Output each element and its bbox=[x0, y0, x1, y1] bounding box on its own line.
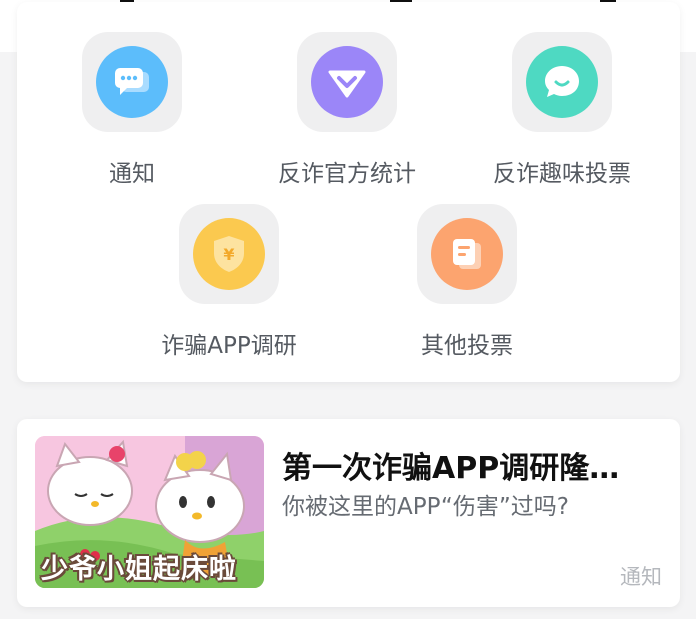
smile-bubble-icon bbox=[526, 46, 598, 118]
article-card[interactable]: 少爷小姐起床啦 第一次诈骗APP调研隆… 你被这里的APP“伤害”过吗? 通知 bbox=[17, 419, 680, 607]
svg-text:¥: ¥ bbox=[223, 245, 234, 264]
menu-item-other-vote[interactable]: 其他投票 bbox=[367, 204, 567, 360]
message-icon bbox=[96, 46, 168, 118]
icon-tile bbox=[297, 32, 397, 132]
note-icon bbox=[431, 218, 503, 290]
thumbnail-caption: 少爷小姐起床啦 bbox=[41, 554, 237, 585]
article-category-tag: 通知 bbox=[620, 565, 662, 589]
menu-item-notice[interactable]: 通知 bbox=[32, 32, 232, 188]
article-title: 第一次诈骗APP调研隆… bbox=[282, 451, 620, 486]
menu-item-label: 诈骗APP调研 bbox=[161, 333, 297, 359]
icon-tile bbox=[82, 32, 182, 132]
menu-item-fun-vote[interactable]: 反诈趣味投票 bbox=[462, 32, 662, 188]
article-subtitle: 你被这里的APP“伤害”过吗? bbox=[282, 494, 569, 520]
menu-item-official-stats[interactable]: 反诈官方统计 bbox=[247, 32, 447, 188]
menu-item-label: 通知 bbox=[109, 161, 155, 187]
feature-menu-card: 通知 反诈官方统计 反诈趣味投票 ¥ 诈骗APP调研 其他投票 bbox=[17, 2, 680, 382]
shield-check-icon bbox=[311, 46, 383, 118]
yuan-shield-icon: ¥ bbox=[193, 218, 265, 290]
icon-tile bbox=[512, 32, 612, 132]
menu-item-label: 其他投票 bbox=[421, 333, 513, 359]
icon-tile: ¥ bbox=[179, 204, 279, 304]
menu-item-label: 反诈趣味投票 bbox=[493, 161, 631, 187]
menu-item-label: 反诈官方统计 bbox=[278, 161, 416, 187]
icon-tile bbox=[417, 204, 517, 304]
article-thumbnail: 少爷小姐起床啦 bbox=[35, 436, 264, 588]
menu-item-fraud-app-survey[interactable]: ¥ 诈骗APP调研 bbox=[129, 204, 329, 360]
